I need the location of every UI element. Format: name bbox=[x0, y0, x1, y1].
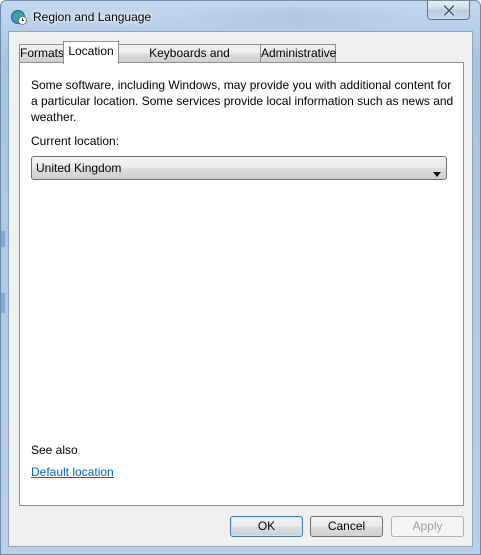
window-title: Region and Language bbox=[33, 10, 152, 24]
close-icon bbox=[443, 5, 455, 16]
region-language-window: Region and Language Formats Location Key… bbox=[0, 0, 481, 555]
current-location-label: Current location: bbox=[31, 134, 120, 148]
globe-clock-icon bbox=[11, 9, 27, 25]
close-button[interactable] bbox=[427, 1, 470, 20]
tab-location[interactable]: Location bbox=[63, 41, 119, 64]
frame-edge-mark bbox=[1, 293, 5, 313]
location-description: Some software, including Windows, may pr… bbox=[31, 78, 454, 124]
title-bar[interactable]: Region and Language bbox=[1, 1, 480, 33]
frame-edge-mark bbox=[1, 231, 5, 247]
current-location-value: United Kingdom bbox=[36, 161, 122, 175]
cancel-button[interactable]: Cancel bbox=[310, 516, 383, 537]
see-also-label: See also bbox=[31, 443, 78, 457]
apply-button[interactable]: Apply bbox=[391, 516, 464, 537]
ok-button[interactable]: OK bbox=[230, 516, 303, 537]
tab-keyboards-and-languages[interactable]: Keyboards and Languages bbox=[118, 44, 261, 76]
current-location-dropdown[interactable]: United Kingdom bbox=[31, 156, 447, 180]
default-location-link[interactable]: Default location bbox=[31, 465, 114, 479]
location-tab-panel: Some software, including Windows, may pr… bbox=[19, 62, 464, 506]
chevron-down-icon bbox=[433, 166, 441, 180]
tab-formats[interactable]: Formats bbox=[19, 44, 64, 62]
dialog-client-area: Formats Location Keyboards and Languages… bbox=[8, 31, 473, 547]
tab-administrative[interactable]: Administrative bbox=[260, 44, 336, 62]
